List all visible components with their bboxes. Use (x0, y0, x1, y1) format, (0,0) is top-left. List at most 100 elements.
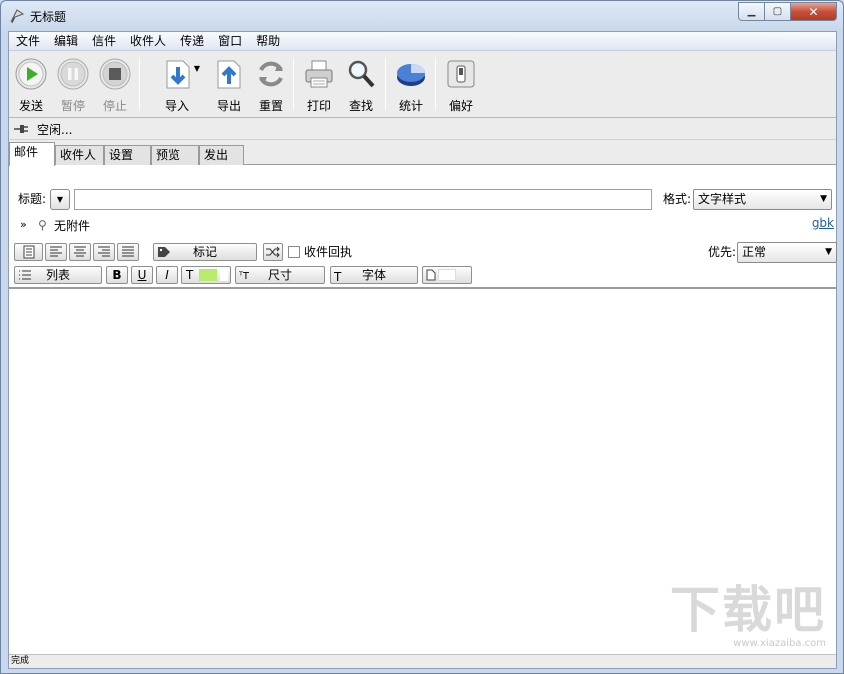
receipt-checkbox[interactable] (288, 246, 300, 258)
subject-input[interactable] (74, 189, 652, 210)
find-button[interactable]: 查找 (339, 56, 383, 116)
format-label: 格式: (663, 192, 692, 206)
list-icon (18, 269, 32, 285)
menu-file[interactable]: 文件 (9, 32, 47, 51)
align-center-icon (74, 246, 86, 257)
bold-button[interactable]: B (106, 266, 128, 284)
menu-edit[interactable]: 编辑 (47, 32, 85, 51)
color-swatch (199, 269, 217, 281)
align-left-button[interactable] (45, 243, 67, 261)
underline-button[interactable]: U (131, 266, 153, 284)
tab-send[interactable]: 发出 (199, 145, 244, 165)
maximize-icon: ▢ (772, 6, 783, 17)
align-right-button[interactable] (93, 243, 115, 261)
watermark-url: www.xiazaiba.com (733, 638, 826, 649)
shuffle-icon (266, 246, 280, 258)
tab-preview[interactable]: 预览 (151, 145, 199, 165)
font-label: 字体 (361, 268, 386, 282)
shuffle-button[interactable] (263, 243, 283, 261)
print-label: 打印 (306, 99, 331, 113)
title-bar[interactable]: 无标题 ▁ ▢ ✕ (1, 1, 843, 31)
printer-icon (305, 60, 333, 88)
align-justify-button[interactable] (14, 243, 43, 261)
export-label: 导出 (216, 99, 241, 113)
menu-letter[interactable]: 信件 (85, 32, 123, 51)
menu-deliver[interactable]: 传递 (173, 32, 211, 51)
send-label: 发送 (18, 99, 43, 113)
send-button[interactable]: 发送 (9, 56, 53, 116)
close-icon: ✕ (808, 4, 819, 19)
pie-chart-icon (397, 64, 425, 86)
list-button[interactable]: 列表 (14, 266, 102, 284)
attachments-label: 无附件 (54, 219, 91, 233)
status-text: 空闲... (37, 122, 73, 137)
pause-label: 暂停 (60, 99, 85, 113)
message-body-editor[interactable]: 下载吧 www.xiazaiba.com (9, 287, 836, 654)
reset-label: 重置 (258, 99, 283, 113)
expand-chevron-icon[interactable]: » (20, 218, 27, 231)
italic-button[interactable]: I (156, 266, 178, 284)
color-swatch-gap (220, 269, 228, 281)
size-label: 尺寸 (267, 268, 292, 282)
priority-select[interactable]: 正常 ▼ (737, 242, 837, 263)
reset-button[interactable]: 重置 (249, 56, 293, 116)
tab-recipients[interactable]: 收件人 (55, 145, 104, 165)
refresh-icon (259, 61, 283, 87)
export-icon (217, 60, 241, 89)
preferences-button[interactable]: 偏好 (439, 56, 483, 116)
import-label: 导入 (164, 99, 189, 113)
import-dropdown-icon[interactable]: ▼ (194, 64, 200, 73)
priority-value: 正常 (742, 245, 767, 259)
window-title: 无标题 (30, 10, 67, 24)
menu-help[interactable]: 帮助 (249, 32, 287, 51)
import-button[interactable]: ▼ 导入 (152, 56, 202, 116)
plug-icon (14, 125, 28, 133)
font-icon: T (334, 270, 342, 284)
magnifier-icon (348, 60, 375, 88)
export-button[interactable]: 导出 (207, 56, 251, 116)
chevron-down-icon: ▼ (825, 247, 832, 257)
pause-icon (57, 58, 89, 90)
text-color-button[interactable]: T (181, 266, 231, 284)
stats-label: 统计 (398, 99, 423, 113)
subject-history-button[interactable]: ▼ (50, 189, 70, 210)
format-select[interactable]: 文字样式 ▼ (693, 189, 832, 210)
status-bar: 完成 (9, 654, 836, 668)
align-full-icon (122, 246, 134, 257)
menu-window[interactable]: 窗口 (211, 32, 249, 51)
page-icon (426, 269, 436, 281)
close-button[interactable]: ✕ (791, 2, 837, 21)
find-label: 查找 (348, 99, 373, 113)
stop-button[interactable]: 停止 (93, 56, 137, 116)
tab-mail[interactable]: 邮件 (9, 142, 55, 166)
maximize-button[interactable]: ▢ (765, 2, 791, 21)
encoding-link[interactable]: gbk (812, 216, 834, 230)
size-button[interactable]: ᵀT 尺寸 (235, 266, 325, 284)
tag-label: 标记 (192, 245, 217, 259)
stop-label: 停止 (102, 99, 127, 113)
font-button[interactable]: T 字体 (330, 266, 418, 284)
tag-button[interactable]: 标记 (153, 243, 257, 261)
align-center-button[interactable] (69, 243, 91, 261)
minimize-button[interactable]: ▁ (738, 2, 765, 21)
align-left-icon (50, 246, 62, 257)
text-size-icon: ᵀT (239, 271, 249, 282)
attachment-row: » ⚲ 无附件 gbk (18, 216, 834, 236)
align-full-button[interactable] (117, 243, 139, 261)
tab-bar: 邮件 收件人 设置 预览 发出 (9, 142, 836, 166)
stats-button[interactable]: 统计 (389, 56, 433, 116)
paperclip-icon: ⚲ (38, 218, 47, 232)
subject-label: 标题: (18, 192, 47, 206)
menu-bar: 文件 编辑 信件 收件人 传递 窗口 帮助 (9, 32, 836, 51)
receipt-label: 收件回执 (304, 245, 353, 259)
switch-icon (447, 60, 475, 88)
toolbar-separator (385, 58, 386, 110)
print-button[interactable]: 打印 (297, 56, 341, 116)
background-button[interactable] (422, 266, 472, 284)
tag-icon (157, 246, 171, 262)
pause-button[interactable]: 暂停 (51, 56, 95, 116)
menu-recipients[interactable]: 收件人 (123, 32, 173, 51)
tab-settings[interactable]: 设置 (104, 145, 151, 165)
toolbar-separator (435, 58, 436, 110)
priority-label: 优先: (708, 245, 737, 259)
